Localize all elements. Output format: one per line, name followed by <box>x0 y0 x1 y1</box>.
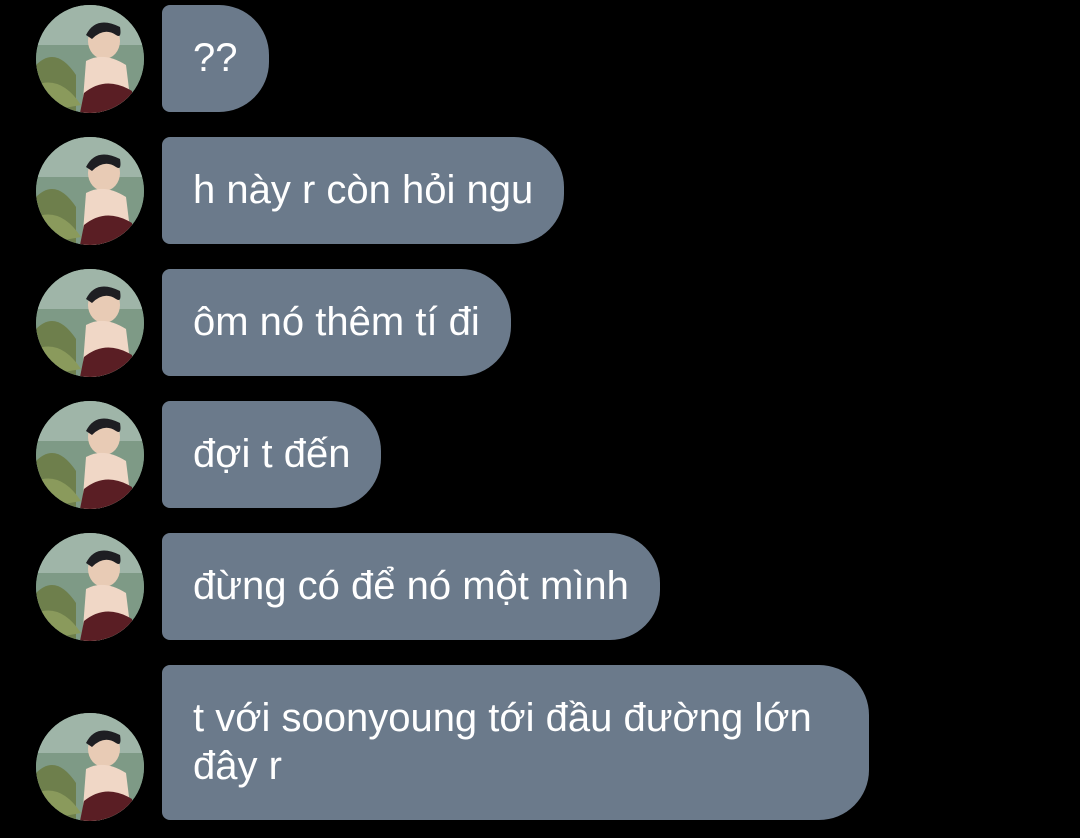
message-bubble[interactable]: t với soonyoung tới đầu đường lớn đây r <box>162 665 869 820</box>
avatar-photo-icon <box>36 401 144 509</box>
sender-avatar[interactable] <box>36 713 144 821</box>
message-bubble[interactable]: đừng có để nó một mình <box>162 533 660 640</box>
message-bubble[interactable]: đợi t đến <box>162 401 382 508</box>
avatar-photo-icon <box>36 137 144 245</box>
avatar-photo-icon <box>36 533 144 641</box>
message-bubble[interactable]: h này r còn hỏi ngu <box>162 137 565 244</box>
avatar-photo-icon <box>36 5 144 113</box>
sender-avatar[interactable] <box>36 401 144 509</box>
avatar-photo-icon <box>36 269 144 377</box>
sender-avatar[interactable] <box>36 137 144 245</box>
sender-avatar[interactable] <box>36 5 144 113</box>
sender-avatar[interactable] <box>36 269 144 377</box>
sender-avatar[interactable] <box>36 533 144 641</box>
avatar-photo-icon <box>36 713 144 821</box>
message-bubble[interactable]: ôm nó thêm tí đi <box>162 269 511 376</box>
message-bubble[interactable]: ?? <box>162 5 269 112</box>
